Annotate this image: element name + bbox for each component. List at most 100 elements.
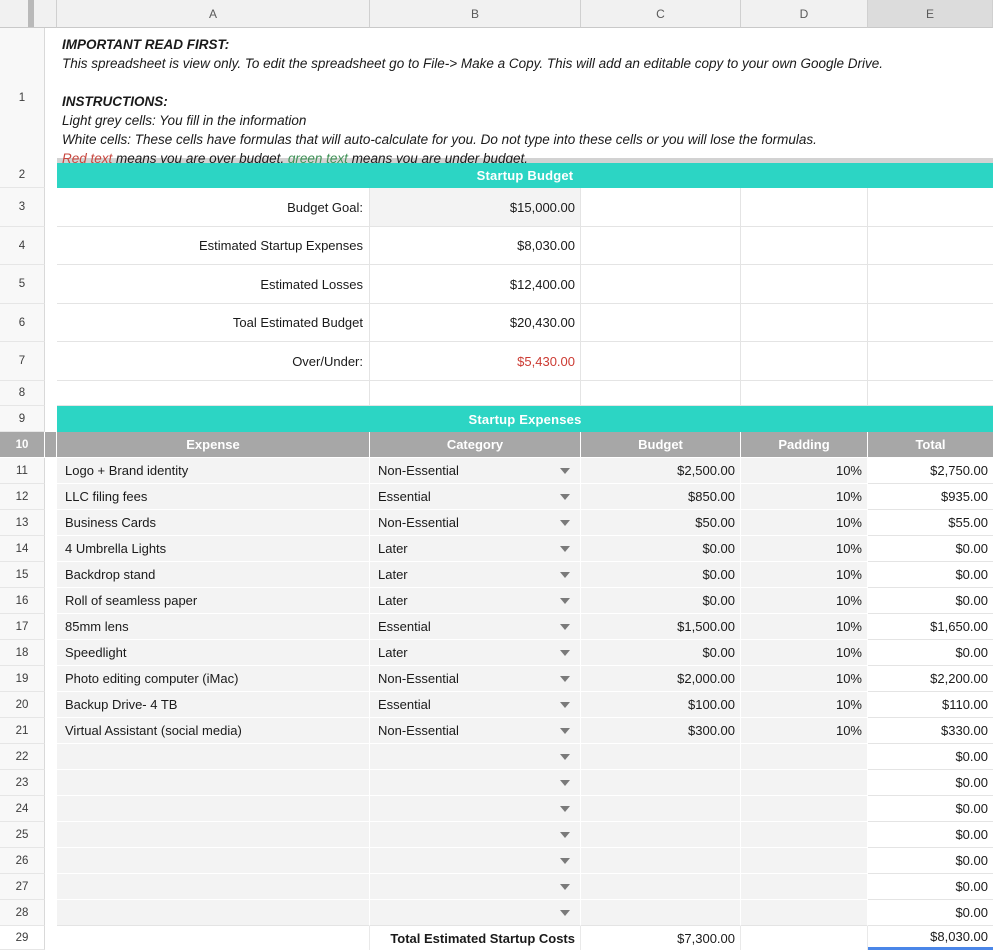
- expense-name-cell[interactable]: [57, 796, 370, 822]
- budget-cell[interactable]: $1,500.00: [581, 614, 741, 640]
- budget-cell[interactable]: [581, 900, 741, 926]
- dropdown-arrow-icon[interactable]: [560, 468, 570, 474]
- row-number-10[interactable]: 10: [0, 432, 45, 458]
- column-header-c[interactable]: C: [581, 0, 741, 28]
- estimated-losses-label-cell[interactable]: Estimated Losses: [57, 265, 370, 304]
- select-all-corner[interactable]: [0, 0, 57, 28]
- category-cell[interactable]: [370, 796, 581, 822]
- expense-name-cell[interactable]: [57, 874, 370, 900]
- padding-cell[interactable]: 10%: [741, 640, 868, 666]
- expense-name-cell[interactable]: Business Cards: [57, 510, 370, 536]
- row-number[interactable]: 15: [0, 562, 45, 588]
- row-number[interactable]: 18: [0, 640, 45, 666]
- empty-cell[interactable]: [868, 188, 993, 227]
- total-costs-label-cell[interactable]: Total Estimated Startup Costs: [370, 926, 581, 950]
- row-number[interactable]: 25: [0, 822, 45, 848]
- empty-cell[interactable]: [581, 342, 741, 381]
- row-number-2[interactable]: 2: [0, 163, 45, 188]
- dropdown-arrow-icon[interactable]: [560, 806, 570, 812]
- budget-cell[interactable]: $0.00: [581, 588, 741, 614]
- dropdown-arrow-icon[interactable]: [560, 520, 570, 526]
- total-cell[interactable]: $0.00: [868, 588, 993, 614]
- expense-name-cell[interactable]: [57, 900, 370, 926]
- row-number-5[interactable]: 5: [0, 265, 45, 304]
- budget-cell[interactable]: [581, 874, 741, 900]
- expense-name-cell[interactable]: Virtual Assistant (social media): [57, 718, 370, 744]
- column-header-e-selected[interactable]: E: [868, 0, 993, 28]
- category-cell[interactable]: Later: [370, 536, 581, 562]
- total-cell[interactable]: $0.00: [868, 900, 993, 926]
- padding-cell[interactable]: 10%: [741, 588, 868, 614]
- dropdown-arrow-icon[interactable]: [560, 910, 570, 916]
- padding-cell[interactable]: [741, 848, 868, 874]
- expense-name-cell[interactable]: Roll of seamless paper: [57, 588, 370, 614]
- total-cell[interactable]: $55.00: [868, 510, 993, 536]
- budget-cell[interactable]: [581, 822, 741, 848]
- row-number[interactable]: 11: [0, 458, 45, 484]
- padding-cell[interactable]: 10%: [741, 666, 868, 692]
- budget-cell[interactable]: $100.00: [581, 692, 741, 718]
- expense-name-cell[interactable]: Speedlight: [57, 640, 370, 666]
- budget-cell[interactable]: [581, 744, 741, 770]
- padding-cell[interactable]: [741, 770, 868, 796]
- row-number[interactable]: 13: [0, 510, 45, 536]
- expense-column-header[interactable]: Expense: [57, 432, 370, 458]
- category-cell[interactable]: Non-Essential: [370, 458, 581, 484]
- empty-cell[interactable]: [741, 304, 868, 342]
- empty-cell[interactable]: [868, 265, 993, 304]
- padding-cell[interactable]: [741, 874, 868, 900]
- estimated-losses-value-cell[interactable]: $12,400.00: [370, 265, 581, 304]
- total-cell[interactable]: $0.00: [868, 848, 993, 874]
- padding-cell[interactable]: 10%: [741, 536, 868, 562]
- grand-total-cell[interactable]: $8,030.00: [868, 926, 993, 950]
- row-number-9[interactable]: 9: [0, 406, 45, 432]
- row-number[interactable]: 14: [0, 536, 45, 562]
- budget-goal-value-cell[interactable]: $15,000.00: [370, 188, 581, 227]
- budget-cell[interactable]: $0.00: [581, 640, 741, 666]
- total-cell[interactable]: $0.00: [868, 770, 993, 796]
- dropdown-arrow-icon[interactable]: [560, 832, 570, 838]
- startup-expenses-label-cell[interactable]: Estimated Startup Expenses: [57, 227, 370, 265]
- total-column-header[interactable]: Total: [868, 432, 993, 458]
- expense-name-cell[interactable]: Logo + Brand identity: [57, 458, 370, 484]
- total-cell[interactable]: $110.00: [868, 692, 993, 718]
- empty-cell[interactable]: [581, 227, 741, 265]
- over-under-value-cell[interactable]: $5,430.00: [370, 342, 581, 381]
- category-cell[interactable]: [370, 874, 581, 900]
- budget-column-header[interactable]: Budget: [581, 432, 741, 458]
- total-cell[interactable]: $2,200.00: [868, 666, 993, 692]
- column-header-b[interactable]: B: [370, 0, 581, 28]
- budget-cell[interactable]: $0.00: [581, 562, 741, 588]
- category-cell[interactable]: Essential: [370, 692, 581, 718]
- dropdown-arrow-icon[interactable]: [560, 858, 570, 864]
- row-number[interactable]: 21: [0, 718, 45, 744]
- empty-cell[interactable]: [57, 381, 370, 406]
- expense-name-cell[interactable]: 4 Umbrella Lights: [57, 536, 370, 562]
- budget-cell[interactable]: $0.00: [581, 536, 741, 562]
- expense-name-cell[interactable]: Photo editing computer (iMac): [57, 666, 370, 692]
- category-cell[interactable]: [370, 822, 581, 848]
- total-estimated-budget-value-cell[interactable]: $20,430.00: [370, 304, 581, 342]
- row-number-7[interactable]: 7: [0, 342, 45, 381]
- startup-expenses-title[interactable]: Startup Expenses: [57, 406, 993, 432]
- padding-cell[interactable]: [741, 822, 868, 848]
- empty-cell[interactable]: [868, 342, 993, 381]
- dropdown-arrow-icon[interactable]: [560, 598, 570, 604]
- padding-cell[interactable]: 10%: [741, 510, 868, 536]
- empty-cell[interactable]: [581, 188, 741, 227]
- dropdown-arrow-icon[interactable]: [560, 780, 570, 786]
- padding-cell[interactable]: 10%: [741, 718, 868, 744]
- empty-cell[interactable]: [868, 304, 993, 342]
- row-number[interactable]: 17: [0, 614, 45, 640]
- row-number[interactable]: 26: [0, 848, 45, 874]
- dropdown-arrow-icon[interactable]: [560, 676, 570, 682]
- expense-name-cell[interactable]: 85mm lens: [57, 614, 370, 640]
- expense-name-cell[interactable]: [57, 770, 370, 796]
- padding-cell[interactable]: 10%: [741, 458, 868, 484]
- category-cell[interactable]: Later: [370, 562, 581, 588]
- budget-cell[interactable]: $300.00: [581, 718, 741, 744]
- over-under-label-cell[interactable]: Over/Under:: [57, 342, 370, 381]
- empty-cell[interactable]: [581, 381, 741, 406]
- dropdown-arrow-icon[interactable]: [560, 546, 570, 552]
- row-number[interactable]: 22: [0, 744, 45, 770]
